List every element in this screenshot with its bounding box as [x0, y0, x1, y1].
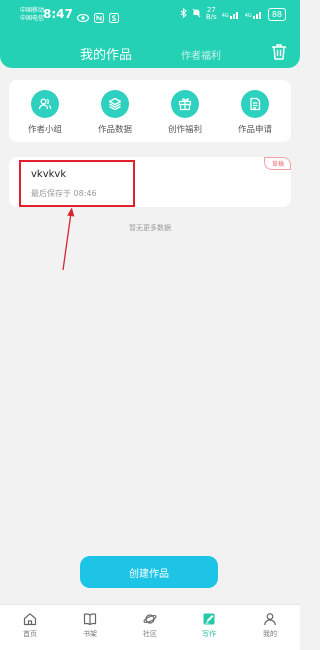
clock: 8:47	[43, 7, 73, 21]
mute-icon	[192, 8, 201, 20]
carrier-info: 中国移动 中国电信	[20, 7, 44, 23]
annotation-arrow	[62, 207, 75, 271]
network-type-1: 4G	[221, 12, 229, 19]
tab-label: 我的	[263, 630, 277, 638]
quick-action-label: 作品数据	[97, 125, 132, 135]
quick-action-label: 作者小组	[27, 125, 62, 135]
book-icon	[83, 613, 97, 626]
notification-icons	[76, 8, 119, 27]
signal-icon-1: 4G	[222, 10, 240, 19]
people-icon	[31, 90, 59, 118]
tab-label: 社区	[143, 630, 157, 638]
quick-action-author-group[interactable]: 作者小组	[15, 90, 75, 135]
tab-label: 书架	[83, 630, 97, 638]
layers-icon	[101, 90, 129, 118]
network-speed-unit: B/s	[205, 13, 217, 21]
status-bar: 中国移动 中国电信 8:47 27 B/s 4G 4G 88	[0, 0, 300, 30]
person-icon	[264, 613, 276, 626]
gift-icon	[171, 90, 199, 118]
bottom-tab-bar: 首页 书架 社区 写作 我的	[0, 604, 300, 650]
network-speed: 27 B/s	[206, 7, 217, 21]
s-badge-icon	[109, 8, 119, 27]
pen-icon	[203, 613, 215, 625]
bluetooth-icon	[180, 7, 187, 20]
carrier-2: 中国电信	[20, 15, 45, 22]
quick-action-label: 作品申请	[237, 125, 272, 135]
annotation-highlight-box	[19, 160, 135, 207]
tab-label: 首页	[23, 630, 37, 638]
quick-actions-panel: 作者小组 作品数据 创作福利 作品申请	[9, 80, 291, 142]
quick-action-creation-benefits[interactable]: 创作福利	[155, 90, 215, 135]
tab-community[interactable]: 社区	[130, 612, 170, 639]
signal-icon-2: 4G	[245, 10, 263, 19]
tab-my-works[interactable]: 我的作品	[80, 44, 132, 63]
system-icons: 27 B/s 4G 4G 88	[180, 7, 286, 21]
app-header: 中国移动 中国电信 8:47 27 B/s 4G 4G 88 我的作品 作者福利	[0, 0, 300, 68]
tab-author-benefits[interactable]: 作者福利	[181, 47, 221, 62]
carrier-1: 中国移动	[20, 7, 45, 14]
n-badge-icon	[94, 8, 104, 27]
draft-badge: 草稿	[263, 157, 291, 170]
battery-indicator: 88	[267, 7, 286, 21]
network-type-2: 4G	[244, 12, 252, 19]
quick-action-work-data[interactable]: 作品数据	[85, 90, 145, 135]
eye-icon	[76, 8, 90, 27]
tab-bookshelf[interactable]: 书架	[70, 612, 110, 639]
tab-label: 写作	[202, 630, 216, 638]
quick-action-label: 创作福利	[167, 125, 202, 135]
tab-writing[interactable]: 写作	[189, 612, 229, 639]
list-end-text: 暂无更多数据	[129, 224, 171, 232]
quick-action-work-application[interactable]: 作品申请	[225, 90, 285, 135]
document-icon	[241, 90, 269, 118]
tab-home[interactable]: 首页	[10, 612, 50, 639]
tab-profile[interactable]: 我的	[250, 612, 290, 639]
planet-icon	[143, 614, 157, 624]
trash-icon[interactable]	[271, 43, 287, 61]
home-icon	[23, 613, 37, 626]
create-work-button[interactable]: 创建作品	[80, 556, 218, 588]
